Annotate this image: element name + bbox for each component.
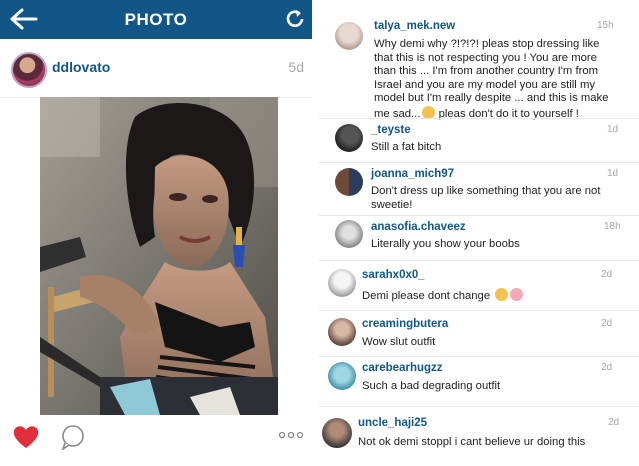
comments-panel: talya_mek.new 15h Why demi why ?!?!?! pl… (319, 0, 639, 466)
panel-divider (312, 0, 319, 466)
comment-time: 2d (601, 269, 613, 280)
comment-time: 1d (607, 168, 619, 179)
comment-line: that this is not respecting you ! You ar… (374, 51, 597, 64)
comment-time: 2d (601, 318, 613, 329)
avatar[interactable] (335, 22, 363, 50)
comment-bubble-icon[interactable] (60, 424, 86, 450)
comment-text: Not ok demi stoppl i cant believe ur doi… (358, 436, 586, 448)
comment-line-part: Demi please dont change (362, 290, 494, 302)
comment-time: 2d (601, 362, 613, 373)
refresh-icon[interactable] (284, 8, 306, 30)
comment-line: Israel and you are my model you are stil… (374, 78, 596, 91)
divider (319, 356, 639, 357)
comment-text: Still a fat bitch (371, 141, 442, 153)
top-bar: PHOTO (0, 0, 312, 39)
divider (319, 406, 639, 407)
comment-text: Don't dress up like something that you a… (371, 185, 600, 212)
comment-time: 1d (607, 124, 619, 135)
avatar[interactable] (335, 168, 363, 196)
page-title: PHOTO (124, 9, 188, 29)
comment-username[interactable]: _teyste (371, 124, 411, 136)
comment-time: 18h (604, 221, 621, 232)
photo-panel: PHOTO ddlovato 5d (0, 0, 312, 466)
crying-face-emoji-icon (495, 288, 509, 301)
post-header: ddlovato 5d (0, 39, 312, 98)
comment-line: sweetie! (371, 198, 413, 211)
comment-line: model but I'm really despite ... and thi… (374, 92, 609, 104)
comment-text: Demi please dont change (362, 288, 524, 304)
kiss-face-emoji-icon (510, 288, 524, 301)
comment-text: Such a bad degrading outfit (362, 380, 501, 392)
sad-face-emoji-icon (422, 105, 436, 119)
heart-icon[interactable] (12, 424, 40, 450)
avatar[interactable] (322, 418, 352, 448)
back-arrow-icon[interactable] (10, 7, 38, 31)
comment-username[interactable]: talya_mek.new (374, 20, 455, 32)
more-dots-icon[interactable] (278, 428, 304, 442)
comment-text: Why demi why ?!?!?! pleas stop dressing … (374, 38, 634, 121)
comment-time: 15h (597, 20, 614, 31)
comment-username[interactable]: joanna_mich97 (371, 168, 454, 180)
divider (319, 215, 639, 216)
avatar[interactable] (328, 318, 356, 346)
divider (319, 310, 639, 311)
comment-username[interactable]: creamingbutera (362, 318, 448, 330)
divider (319, 260, 639, 261)
comment-line: Why demi why ?!?!?! pleas stop dressing … (374, 38, 600, 50)
divider (319, 118, 639, 119)
avatar[interactable] (335, 220, 363, 248)
comment-line: than this ... I'm from another country I… (374, 65, 599, 77)
comment-username[interactable]: carebearhugzz (362, 362, 443, 374)
comment-text: Wow slut outfit (362, 336, 436, 348)
avatar[interactable] (335, 124, 363, 152)
comment-time: 2d (608, 417, 620, 428)
post-username[interactable]: ddlovato (52, 59, 110, 75)
comment-username[interactable]: anasofia.chaveez (371, 221, 466, 233)
post-timestamp: 5d (288, 59, 304, 75)
comment-line: Don't dress up like something that you a… (371, 185, 601, 197)
avatar[interactable] (11, 52, 47, 88)
comment-username[interactable]: sarahx0x0_ (362, 269, 425, 281)
divider (319, 162, 639, 163)
comment-username[interactable]: uncle_haji25 (358, 417, 427, 429)
avatar[interactable] (328, 362, 356, 390)
comment-text: Literally you show your boobs (371, 238, 520, 250)
avatar[interactable] (328, 269, 356, 297)
post-photo[interactable] (40, 97, 278, 415)
